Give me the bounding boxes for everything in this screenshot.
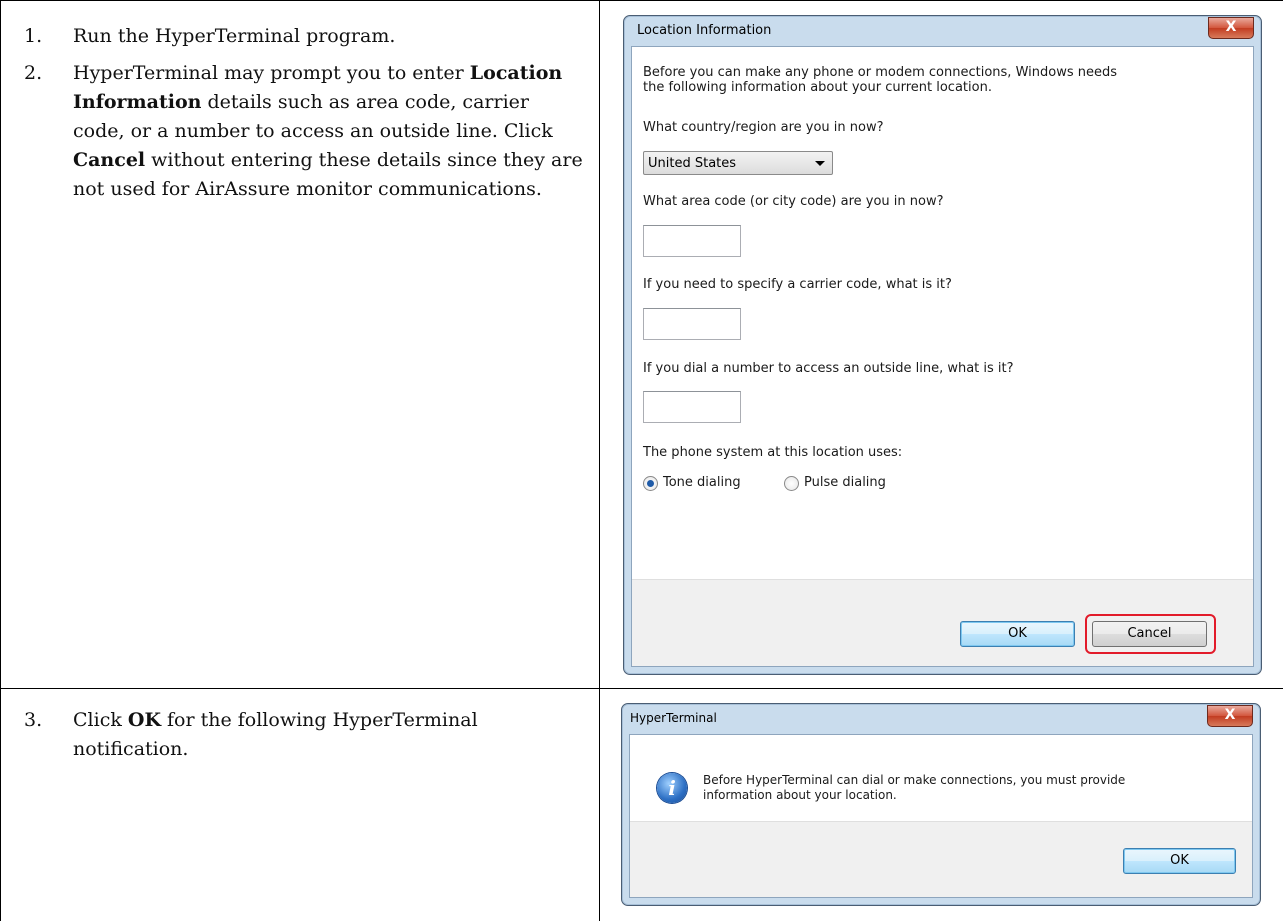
step-number: 1.	[24, 25, 43, 47]
instructions-row-1: 1. Run the HyperTerminal program. 2. Hyp…	[24, 22, 584, 212]
area-code-input[interactable]	[643, 225, 741, 257]
step-text: HyperTerminal may prompt you to enter	[73, 62, 470, 84]
intro-text-line-2: the following information about your cur…	[643, 80, 992, 95]
step-text: Click	[73, 709, 128, 731]
notification-message-line-2: information about your location.	[703, 788, 897, 802]
step-emphasis: Cancel	[73, 149, 146, 171]
dialog-button-bar: OK	[630, 821, 1252, 897]
close-icon: X	[1224, 707, 1236, 723]
table-column-divider	[599, 0, 600, 921]
outside-line-label: If you dial a number to access an outsid…	[643, 361, 1014, 376]
location-information-dialog: Location Information X Before you can ma…	[623, 15, 1262, 675]
step-1: 1. Run the HyperTerminal program.	[24, 22, 584, 51]
step-number: 3.	[24, 709, 43, 731]
close-button[interactable]: X	[1208, 17, 1254, 39]
ok-button[interactable]: OK	[960, 621, 1075, 647]
country-dropdown-value: United States	[648, 156, 737, 171]
step-emphasis: OK	[127, 709, 161, 731]
ok-button[interactable]: OK	[1123, 848, 1236, 874]
dialog-button-bar: OK Cancel	[632, 579, 1253, 666]
pulse-dialing-label[interactable]: Pulse dialing	[804, 475, 886, 490]
close-icon: X	[1225, 19, 1237, 35]
country-dropdown[interactable]: United States	[643, 151, 833, 175]
carrier-code-label: If you need to specify a carrier code, w…	[643, 277, 952, 292]
step-text: Run the HyperTerminal program.	[73, 25, 396, 47]
close-button[interactable]: X	[1207, 705, 1253, 727]
dialog-titlebar[interactable]: Location Information X	[624, 16, 1261, 44]
dialog-client-area: i Before HyperTerminal can dial or make …	[629, 734, 1253, 898]
info-icon: i	[657, 773, 687, 803]
instructions-row-2: 3. Click OK for the following HyperTermi…	[24, 706, 584, 772]
table-border-left	[0, 0, 1, 921]
table-row-divider	[0, 688, 1283, 689]
pulse-dialing-radio[interactable]	[784, 476, 799, 491]
step-2: 2. HyperTerminal may prompt you to enter…	[24, 59, 584, 204]
dialog-title: Location Information	[637, 23, 772, 38]
area-code-label: What area code (or city code) are you in…	[643, 194, 944, 209]
cancel-button[interactable]: Cancel	[1092, 621, 1207, 647]
country-label: What country/region are you in now?	[643, 120, 884, 135]
tone-dialing-radio[interactable]	[643, 476, 658, 491]
tone-dialing-label[interactable]: Tone dialing	[663, 475, 741, 490]
table-border-top	[0, 0, 1283, 1]
dialog-title: HyperTerminal	[630, 711, 717, 725]
outside-line-input[interactable]	[643, 391, 741, 423]
chevron-down-icon	[815, 161, 825, 166]
dialog-titlebar[interactable]: HyperTerminal X	[622, 704, 1260, 732]
phone-system-label: The phone system at this location uses:	[643, 445, 903, 460]
step-text: without entering these details since the…	[73, 149, 583, 200]
carrier-code-input[interactable]	[643, 308, 741, 340]
intro-text-line-1: Before you can make any phone or modem c…	[643, 65, 1117, 80]
dialog-client-area: Before you can make any phone or modem c…	[631, 46, 1254, 667]
hyperterminal-notification-dialog: HyperTerminal X i Before HyperTerminal c…	[621, 703, 1261, 906]
step-number: 2.	[24, 62, 43, 84]
step-3: 3. Click OK for the following HyperTermi…	[24, 706, 584, 764]
notification-message-line-1: Before HyperTerminal can dial or make co…	[703, 773, 1126, 787]
